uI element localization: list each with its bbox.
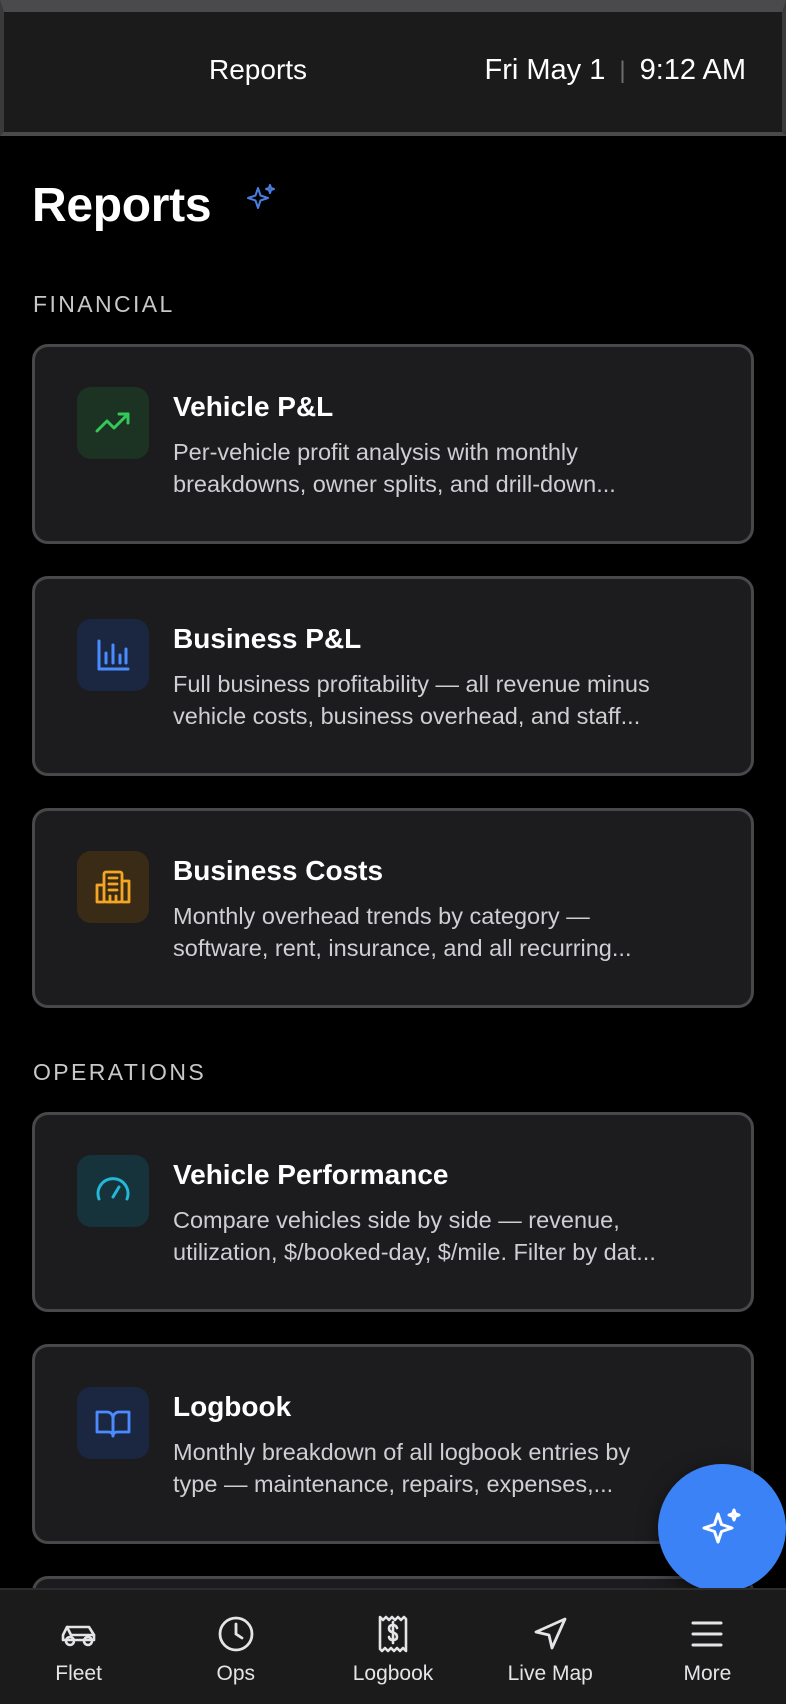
car-icon xyxy=(61,1625,95,1647)
receipt-icon xyxy=(378,1615,408,1653)
menu-icon xyxy=(691,1621,723,1647)
report-card-business-pl[interactable]: Business P&L Full business profitability… xyxy=(32,576,754,776)
tab-fleet[interactable]: Fleet xyxy=(0,1590,157,1704)
tab-label: Logbook xyxy=(352,1662,434,1685)
report-card-logbook[interactable]: Logbook Monthly breakdown of all logbook… xyxy=(32,1344,754,1544)
tab-logbook[interactable]: Logbook xyxy=(314,1590,471,1704)
reports-screen: Reports Fri May 1 | 9:12 AM Reports FINA… xyxy=(0,0,786,1704)
card-description: Per-vehicle profit analysis with monthly… xyxy=(173,439,616,497)
tab-ops[interactable]: Ops xyxy=(157,1590,314,1704)
report-card-vehicle-performance[interactable]: Vehicle Performance Compare vehicles sid… xyxy=(32,1112,754,1312)
card-description: Monthly breakdown of all logbook entries… xyxy=(173,1439,631,1497)
sparkle-icon[interactable] xyxy=(244,182,278,216)
navigation-icon xyxy=(534,1617,567,1650)
ai-assistant-button[interactable] xyxy=(658,1464,786,1592)
header-title: Reports xyxy=(209,54,308,85)
bar-chart-icon xyxy=(77,619,149,691)
section-label-financial: FINANCIAL xyxy=(33,291,175,317)
card-title: Business P&L xyxy=(173,623,362,654)
report-card-vehicle-pl[interactable]: Vehicle P&L Per-vehicle profit analysis … xyxy=(32,344,754,544)
header-date: Fri May 1 xyxy=(484,54,606,86)
book-open-icon xyxy=(77,1387,149,1459)
trending-up-icon xyxy=(77,387,149,459)
section-label-operations: OPERATIONS xyxy=(33,1059,207,1085)
tab-label: Fleet xyxy=(55,1662,102,1685)
card-description: Full business profitability — all revenu… xyxy=(173,671,650,729)
ai-sparkle-icon xyxy=(702,1508,741,1544)
card-title: Vehicle Performance xyxy=(173,1159,449,1190)
tab-label: Live Map xyxy=(507,1662,593,1685)
tab-more[interactable]: More xyxy=(629,1590,786,1704)
card-title: Vehicle P&L xyxy=(173,391,334,422)
header-separator: | xyxy=(619,56,626,84)
bottom-tab-bar: Fleet Ops Logbook Live Map More xyxy=(0,1588,786,1704)
clock-icon xyxy=(218,1616,254,1652)
gauge-icon xyxy=(77,1155,149,1227)
header-time: 9:12 AM xyxy=(639,54,746,86)
card-title: Logbook xyxy=(173,1391,292,1422)
card-description: Monthly overhead trends by category — so… xyxy=(173,903,632,961)
header-datetime: Fri May 1 | 9:12 AM xyxy=(485,54,746,87)
page-title: Reports xyxy=(32,179,212,232)
tab-live-map[interactable]: Live Map xyxy=(472,1590,629,1704)
building-icon xyxy=(77,851,149,923)
tab-label: Ops xyxy=(216,1662,256,1685)
card-title: Business Costs xyxy=(173,855,384,886)
tab-label: More xyxy=(683,1662,732,1685)
report-card-business-costs[interactable]: Business Costs Monthly overhead trends b… xyxy=(32,808,754,1008)
card-description: Compare vehicles side by side — revenue,… xyxy=(173,1207,656,1265)
status-header: Reports Fri May 1 | 9:12 AM xyxy=(0,0,786,136)
